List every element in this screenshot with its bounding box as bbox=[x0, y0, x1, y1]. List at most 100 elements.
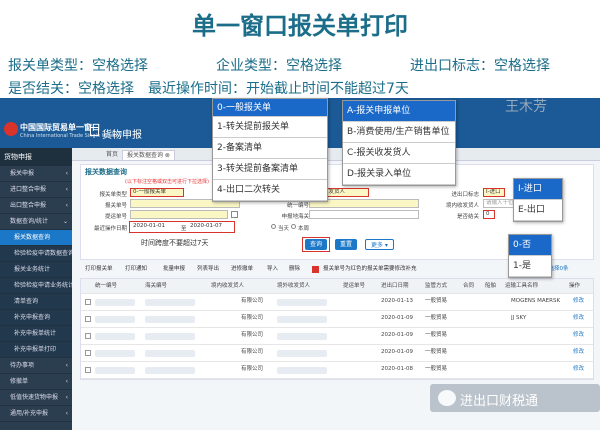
col-consignee[interactable]: 境内收发货人 bbox=[211, 279, 271, 293]
sidebar-item-inspection-stats[interactable]: 检验检疫申请业务统计 bbox=[0, 278, 74, 294]
col-vessel[interactable]: 船舶 bbox=[485, 279, 503, 293]
consignee-cell: 有限公司 bbox=[241, 349, 264, 355]
col-ie-date[interactable]: 进出口日期 bbox=[381, 279, 417, 293]
week-radio[interactable] bbox=[291, 224, 296, 229]
col-trade-mode[interactable]: 监管方式 bbox=[425, 279, 455, 293]
decl-type-option[interactable]: 1-转关提前报关单 bbox=[213, 117, 327, 138]
table-row[interactable]: 有限公司 2020-01-09 一般贸易 JJ SKY 修改 bbox=[81, 311, 593, 328]
col-op[interactable]: 操作 bbox=[569, 279, 593, 293]
decl-type-option[interactable]: 2-备案清单 bbox=[213, 138, 327, 159]
customs-input[interactable] bbox=[309, 210, 419, 219]
consignee-cell: 有限公司 bbox=[241, 315, 264, 321]
label-customs: 申报地海关 bbox=[281, 214, 309, 220]
edit-link[interactable]: 修改 bbox=[573, 362, 593, 378]
sidebar-item-supplement-print[interactable]: 补充申报单打印 bbox=[0, 342, 72, 358]
panel-hint: (以下标注空格或双击可进行下拉选择) bbox=[125, 179, 209, 185]
note-enterprise-type: 企业类型：空格选择 bbox=[216, 58, 342, 74]
user-name[interactable]: 王木芳 bbox=[505, 96, 547, 116]
row-checkbox[interactable] bbox=[85, 299, 91, 305]
ie-flag-option[interactable]: I-进口 bbox=[514, 179, 562, 200]
today-radio[interactable] bbox=[271, 224, 276, 229]
ie-flag-field[interactable]: I-进口 bbox=[483, 188, 505, 197]
edit-link[interactable]: 修改 bbox=[573, 311, 593, 327]
batch-declare-button[interactable]: 批量申报 bbox=[160, 264, 188, 275]
import-button[interactable]: 导入 bbox=[264, 264, 281, 275]
tab-decl-query[interactable]: 报关数据查询 ⊗ bbox=[122, 150, 175, 160]
sidebar-item-list-query[interactable]: 清单查询 bbox=[0, 294, 72, 310]
delete-button[interactable]: 删除 bbox=[286, 264, 303, 275]
sidebar-item-import-integrated[interactable]: 进口整合申报 ‹ bbox=[0, 182, 72, 198]
app-screenshot: 中国国际贸易单一窗口 China International Trade Sin… bbox=[0, 98, 600, 430]
more-button[interactable]: 更多 ▾ bbox=[365, 239, 394, 250]
sidebar-item-decl-stats[interactable]: 报关业务统计 bbox=[0, 262, 72, 278]
watermark-text: 进出口财税通 bbox=[460, 394, 539, 409]
row-checkbox[interactable] bbox=[85, 333, 91, 339]
decl-type-option[interactable]: 3-转关提前备案清单 bbox=[213, 159, 327, 180]
mode-cell: 一般贸易 bbox=[425, 332, 448, 338]
redacted-cell bbox=[145, 316, 195, 323]
label-decl-type: 报关单类型 bbox=[99, 192, 127, 198]
decl-type-field[interactable]: 0-一般报关单 bbox=[130, 188, 184, 197]
print-notice-button[interactable]: 打印通知 bbox=[122, 264, 150, 275]
edit-link[interactable]: 修改 bbox=[573, 328, 593, 344]
edit-link[interactable]: 修改 bbox=[573, 294, 593, 310]
enterprise-type-option[interactable]: A-报关申报单位 bbox=[343, 101, 455, 122]
sidebar-item-inspection-query[interactable]: 检验检疫申请数据查询 bbox=[0, 246, 74, 262]
row-checkbox[interactable] bbox=[85, 316, 91, 322]
bill-no-input[interactable] bbox=[130, 210, 228, 219]
reset-button[interactable]: 重置 bbox=[335, 239, 358, 250]
col-contract[interactable]: 合同 bbox=[463, 279, 481, 293]
closed-option[interactable]: 1-是 bbox=[509, 256, 551, 277]
ie-flag-option[interactable]: E-出口 bbox=[514, 200, 562, 221]
sidebar-item-low-value[interactable]: 低值快速货物申报 ‹ bbox=[0, 390, 72, 406]
enterprise-type-option[interactable]: C-报关收发货人 bbox=[343, 143, 455, 164]
enterprise-type-option[interactable]: D-报关录入单位 bbox=[343, 164, 455, 185]
table-row[interactable]: 有限公司 2020-01-13 一般贸易 MOGENS MAERSK 修改 bbox=[81, 294, 593, 311]
revoke-button[interactable]: 进修撤单 bbox=[228, 264, 256, 275]
col-transport[interactable]: 运输工具名称 bbox=[505, 279, 555, 293]
decl-type-option[interactable]: 4-出口二次转关 bbox=[213, 180, 327, 201]
mode-cell: 一般贸易 bbox=[425, 298, 448, 304]
note-declaration-type: 报关单类型：空格选择 bbox=[8, 58, 148, 74]
row-checkbox[interactable] bbox=[85, 350, 91, 356]
sidebar-item-revoke[interactable]: 修撤单 ‹ bbox=[0, 374, 72, 390]
col-consignor[interactable]: 境外收发货人 bbox=[277, 279, 337, 293]
date-cell: 2020-01-09 bbox=[381, 332, 413, 338]
query-button[interactable]: 查询 bbox=[305, 239, 328, 250]
sidebar-item-export-integrated[interactable]: 出口整合申报 ‹ bbox=[0, 198, 72, 214]
wechat-icon bbox=[438, 390, 456, 406]
closed-option[interactable]: 0-否 bbox=[509, 235, 551, 256]
table-row[interactable]: 有限公司 2020-01-09 一般贸易 修改 bbox=[81, 328, 593, 345]
bill-no-checkbox[interactable] bbox=[231, 211, 238, 218]
sidebar-item-general[interactable]: 通用/补充申报 ‹ bbox=[0, 406, 72, 422]
tab-home[interactable]: 首页 bbox=[102, 150, 122, 160]
print-decl-button[interactable]: 打印报关单 bbox=[82, 264, 116, 275]
consignee-cell: 有限公司 bbox=[241, 298, 264, 304]
sidebar-item-supplement-query[interactable]: 补充申报查询 bbox=[0, 310, 72, 326]
sidebar-item-declare[interactable]: 报关申报 ‹ bbox=[0, 166, 72, 182]
edit-link[interactable]: 修改 bbox=[573, 345, 593, 361]
label-week: 本周 bbox=[298, 226, 310, 232]
decl-type-option[interactable]: 0-一般报关单 bbox=[213, 99, 327, 117]
app-module-name[interactable]: 货物申报 bbox=[102, 126, 142, 141]
consignee-cell: 有限公司 bbox=[241, 332, 264, 338]
table-header: 统一编号 海关编号 境内收发货人 境外收发货人 提运单号 进出口日期 监管方式 … bbox=[81, 279, 593, 294]
sidebar-item-data-query[interactable]: 数据查询/统计 ⌄ bbox=[0, 214, 72, 230]
enterprise-type-option[interactable]: B-消费使用/生产销售单位 bbox=[343, 122, 455, 143]
sidebar-item-todo[interactable]: 待办事项 ‹ bbox=[0, 358, 72, 374]
date-from-input[interactable]: 2020-01-01 bbox=[131, 223, 179, 232]
sidebar-item-decl-data-query[interactable]: 报关数据查询 bbox=[0, 230, 72, 246]
date-to-input[interactable]: 2020-01-07 bbox=[188, 223, 234, 232]
row-checkbox[interactable] bbox=[85, 367, 91, 373]
col-unified-no[interactable]: 统一编号 bbox=[95, 279, 143, 293]
closed-field[interactable]: 0 bbox=[483, 210, 495, 219]
col-bill-no[interactable]: 提运单号 bbox=[343, 279, 379, 293]
sidebar-head[interactable]: 货物申报 bbox=[0, 148, 72, 166]
sidebar-item-supplement-stats[interactable]: 补充申报单统计 bbox=[0, 326, 72, 342]
export-list-button[interactable]: 列表导出 bbox=[194, 264, 222, 275]
table-row[interactable]: 有限公司 2020-01-09 一般贸易 修改 bbox=[81, 345, 593, 362]
col-customs-no[interactable]: 海关编号 bbox=[145, 279, 193, 293]
redacted-cell bbox=[277, 316, 327, 323]
redacted-cell bbox=[145, 350, 195, 357]
table-row[interactable]: 有限公司 2020-01-08 一般贸易 修改 bbox=[81, 362, 593, 379]
